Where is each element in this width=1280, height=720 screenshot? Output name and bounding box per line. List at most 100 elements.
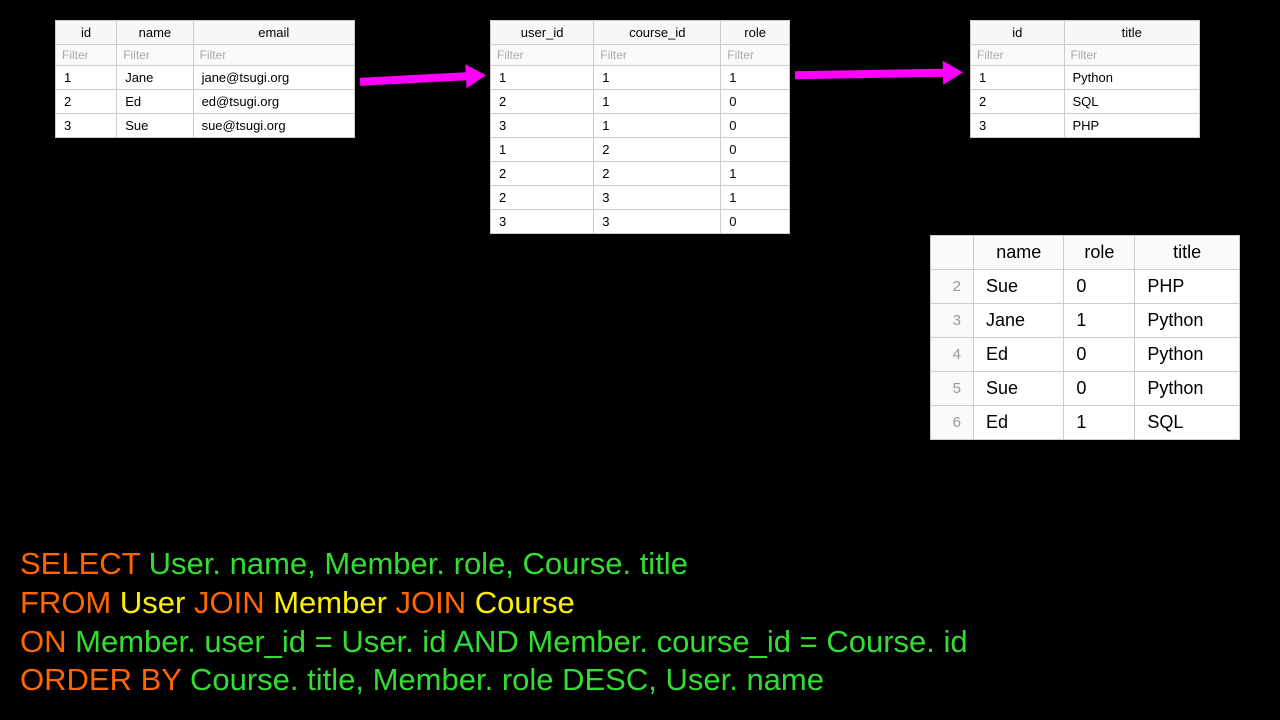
cell: 2	[56, 90, 117, 114]
row-number: 2	[931, 270, 974, 304]
table-row: 3Jane1Python	[931, 304, 1240, 338]
row-number: 4	[931, 338, 974, 372]
cell: 1	[1064, 304, 1135, 338]
cell: 0	[721, 114, 790, 138]
cell: 0	[1064, 338, 1135, 372]
cell: Sue	[117, 114, 193, 138]
kw-join1: JOIN	[194, 585, 265, 620]
filter-cell[interactable]: Filter	[56, 45, 117, 66]
cell: 1	[1064, 406, 1135, 440]
table-row: 3Suesue@tsugi.org	[56, 114, 355, 138]
column-header	[931, 236, 974, 270]
table-row: 210	[491, 90, 790, 114]
cell: 2	[594, 162, 721, 186]
row-number: 6	[931, 406, 974, 440]
column-header: course_id	[594, 21, 721, 45]
table-row: 120	[491, 138, 790, 162]
kw-from: FROM	[20, 585, 111, 620]
cell: 0	[1064, 270, 1135, 304]
cell: SQL	[1064, 90, 1200, 114]
on-clause: Member. user_id = User. id AND Member. c…	[75, 624, 968, 659]
cell: 0	[721, 138, 790, 162]
tbl-member: Member	[273, 585, 387, 620]
column-header: role	[1064, 236, 1135, 270]
table-row: 1Python	[971, 66, 1200, 90]
cell: 1	[491, 138, 594, 162]
column-header: id	[56, 21, 117, 45]
filter-cell[interactable]: Filter	[117, 45, 193, 66]
table-row: 2Sue0PHP	[931, 270, 1240, 304]
sql-query: SELECT User. name, Member. role, Course.…	[20, 545, 968, 700]
cell: 2	[594, 138, 721, 162]
cell: Python	[1135, 338, 1240, 372]
cell: Jane	[974, 304, 1064, 338]
table-row: 2Eded@tsugi.org	[56, 90, 355, 114]
cell: jane@tsugi.org	[193, 66, 354, 90]
arrow-user-to-member	[360, 72, 468, 86]
cell: 1	[721, 186, 790, 210]
cell: 1	[721, 162, 790, 186]
column-header: title	[1135, 236, 1240, 270]
cell: sue@tsugi.org	[193, 114, 354, 138]
member-table: user_idcourse_idrole FilterFilterFilter1…	[490, 20, 790, 234]
filter-cell[interactable]: Filter	[1064, 45, 1200, 66]
cell: Jane	[117, 66, 193, 90]
cell: PHP	[1064, 114, 1200, 138]
cell: 1	[594, 90, 721, 114]
row-number: 5	[931, 372, 974, 406]
cell: 1	[594, 114, 721, 138]
cell: 3	[594, 186, 721, 210]
arrow-member-to-course	[795, 69, 945, 80]
kw-select: SELECT	[20, 546, 140, 581]
column-header: role	[721, 21, 790, 45]
table-row: 5Sue0Python	[931, 372, 1240, 406]
column-header: email	[193, 21, 354, 45]
select-fields: User. name, Member. role, Course. title	[149, 546, 688, 581]
cell: 1	[594, 66, 721, 90]
table-row: 330	[491, 210, 790, 234]
tbl-course: Course	[475, 585, 575, 620]
table-row: 221	[491, 162, 790, 186]
filter-cell[interactable]: Filter	[594, 45, 721, 66]
table-row: 2SQL	[971, 90, 1200, 114]
filter-cell[interactable]: Filter	[721, 45, 790, 66]
table-row: 111	[491, 66, 790, 90]
tbl-user: User	[120, 585, 185, 620]
cell: 0	[1064, 372, 1135, 406]
cell: 0	[721, 90, 790, 114]
column-header: title	[1064, 21, 1200, 45]
table-row: 310	[491, 114, 790, 138]
kw-join2: JOIN	[396, 585, 467, 620]
cell: Ed	[974, 338, 1064, 372]
filter-cell[interactable]: Filter	[491, 45, 594, 66]
cell: 3	[491, 210, 594, 234]
cell: 3	[491, 114, 594, 138]
cell: Ed	[974, 406, 1064, 440]
table-row: 3PHP	[971, 114, 1200, 138]
cell: 2	[491, 162, 594, 186]
cell: 3	[971, 114, 1065, 138]
cell: 0	[721, 210, 790, 234]
column-header: user_id	[491, 21, 594, 45]
filter-cell[interactable]: Filter	[971, 45, 1065, 66]
column-header: id	[971, 21, 1065, 45]
cell: Python	[1135, 304, 1240, 338]
cell: Python	[1135, 372, 1240, 406]
cell: 3	[56, 114, 117, 138]
cell: Sue	[974, 270, 1064, 304]
cell: 2	[491, 186, 594, 210]
cell: 2	[491, 90, 594, 114]
cell: 3	[594, 210, 721, 234]
filter-cell[interactable]: Filter	[193, 45, 354, 66]
table-row: 6Ed1SQL	[931, 406, 1240, 440]
row-number: 3	[931, 304, 974, 338]
cell: 1	[971, 66, 1065, 90]
course-table: idtitle FilterFilter1Python2SQL3PHP	[970, 20, 1200, 138]
cell: ed@tsugi.org	[193, 90, 354, 114]
cell: Sue	[974, 372, 1064, 406]
user-table: idnameemail FilterFilterFilter1Janejane@…	[55, 20, 355, 138]
cell: 2	[971, 90, 1065, 114]
table-row: 231	[491, 186, 790, 210]
cell: 1	[56, 66, 117, 90]
kw-on: ON	[20, 624, 67, 659]
